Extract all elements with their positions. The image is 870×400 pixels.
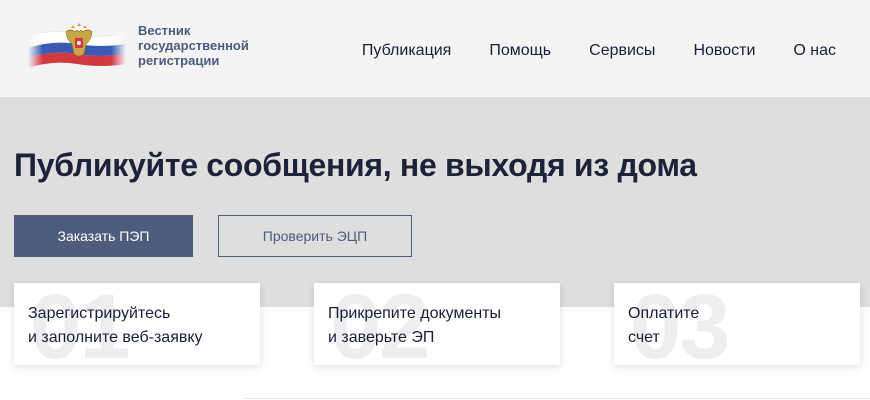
step-card-2: 02 Прикрепите документы и заверьте ЭП bbox=[314, 283, 560, 365]
main-nav: Публикация Помощь Сервисы Новости О нас bbox=[362, 41, 836, 61]
logo-line-3: регистрации bbox=[138, 52, 220, 68]
nav-item-services[interactable]: Сервисы bbox=[589, 41, 655, 61]
nav-item-news[interactable]: Новости bbox=[693, 41, 755, 61]
step-text: Зарегистрируйтесь и заполните веб-заявку bbox=[28, 302, 203, 350]
check-ecp-button[interactable]: Проверить ЭЦП bbox=[218, 215, 412, 257]
nav-item-about[interactable]: О нас bbox=[793, 41, 836, 61]
step-card-3: 03 Оплатите счет bbox=[614, 283, 860, 365]
order-pep-button[interactable]: Заказать ПЭП bbox=[14, 215, 193, 257]
logo-text: Вестник государственной регистрации bbox=[138, 23, 278, 68]
step-text-line: Зарегистрируйтесь bbox=[28, 305, 171, 322]
step-text: Прикрепите документы и заверьте ЭП bbox=[328, 302, 501, 350]
logo-line-2: государственной bbox=[138, 37, 249, 53]
step-text-line: и заверьте ЭП bbox=[328, 329, 435, 346]
hero-title: Публикуйте сообщения, не выходя из дома bbox=[14, 147, 697, 183]
step-text: Оплатите счет bbox=[628, 302, 699, 350]
emblem-flag-icon bbox=[27, 20, 127, 70]
logo-line-1: Вестник bbox=[138, 22, 191, 38]
section-divider bbox=[244, 398, 870, 399]
logo[interactable]: Вестник государственной регистрации bbox=[27, 20, 278, 70]
step-text-line: и заполните веб-заявку bbox=[28, 329, 203, 346]
step-text-line: счет bbox=[628, 329, 660, 346]
step-text-line: Прикрепите документы bbox=[328, 305, 502, 322]
nav-item-help[interactable]: Помощь bbox=[489, 41, 551, 61]
step-text-line: Оплатите bbox=[628, 305, 700, 322]
nav-item-publication[interactable]: Публикация bbox=[362, 41, 451, 61]
hero-section: Публикуйте сообщения, не выходя из дома … bbox=[0, 97, 870, 307]
step-card-1: 01 Зарегистрируйтесь и заполните веб-зая… bbox=[14, 283, 260, 365]
site-header: Вестник государственной регистрации Публ… bbox=[0, 0, 870, 97]
